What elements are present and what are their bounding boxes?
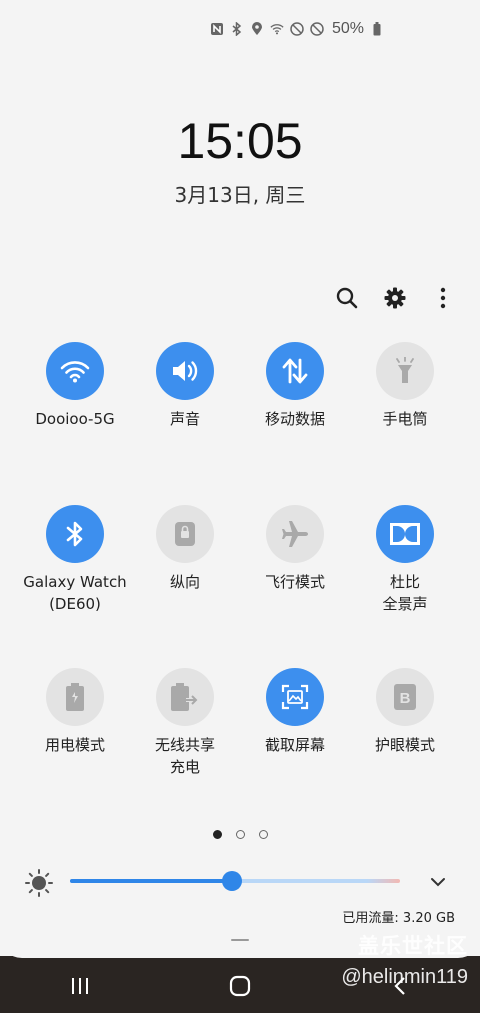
tile-mobile-data[interactable]: 移动数据	[240, 342, 350, 430]
wireless-share-icon[interactable]	[156, 668, 214, 726]
recents-icon[interactable]	[60, 966, 100, 1006]
panel-toolbar	[334, 285, 456, 311]
wifi-icon[interactable]	[46, 342, 104, 400]
tile-dolby[interactable]: 杜比 全景声	[350, 505, 460, 615]
brightness-fill	[70, 879, 232, 883]
page-indicator	[0, 830, 480, 839]
page-dot[interactable]	[258, 830, 268, 839]
search-icon[interactable]	[334, 285, 360, 311]
tile-label: 截取屏幕	[264, 736, 325, 754]
tile-label: Galaxy Watch (DE60)	[23, 573, 127, 613]
tile-wifi[interactable]: Dooioo-5G	[20, 342, 130, 430]
settings-icon[interactable]	[382, 285, 408, 311]
tile-bluetooth[interactable]: Galaxy Watch (DE60)	[20, 505, 130, 615]
wifi-icon	[270, 22, 284, 36]
tile-label: 杜比 全景声	[382, 573, 428, 613]
tile-eye-comfort[interactable]: B 护眼模式	[350, 668, 460, 778]
tile-sound[interactable]: 声音	[130, 342, 240, 430]
tile-label: 飞行模式	[264, 573, 325, 591]
blocked-icon	[310, 22, 324, 36]
page-dot[interactable]	[235, 830, 245, 839]
home-icon[interactable]	[220, 966, 260, 1006]
tile-rotation[interactable]: 纵向	[130, 505, 240, 615]
data-usage: 已用流量: 3.20 GB	[342, 911, 455, 926]
sun-icon	[24, 868, 54, 898]
eye-comfort-icon[interactable]: B	[376, 668, 434, 726]
tile-label: 移动数据	[264, 410, 325, 428]
tile-row: Dooioo-5G 声音 移动数据 手电筒	[20, 342, 460, 430]
tile-label: 手电筒	[382, 410, 428, 428]
no-disturb-icon	[290, 22, 304, 36]
chevron-down-icon[interactable]	[428, 872, 448, 892]
brightness-control	[24, 866, 456, 898]
tile-label: 声音	[169, 410, 200, 428]
clock-time: 15:05	[177, 113, 303, 169]
tile-label: Dooioo-5G	[35, 410, 115, 428]
flashlight-icon[interactable]	[376, 342, 434, 400]
status-bar: 50%	[210, 20, 384, 38]
bluetooth-icon[interactable]	[46, 505, 104, 563]
power-mode-icon[interactable]	[46, 668, 104, 726]
airplane-icon[interactable]	[266, 505, 324, 563]
volume-icon[interactable]	[156, 342, 214, 400]
tile-row: 用电模式 无线共享 充电 截取屏幕 B 护眼模式	[20, 668, 460, 778]
watermark-user: @helinmin119	[341, 966, 468, 988]
tile-power-mode[interactable]: 用电模式	[20, 668, 130, 778]
tile-label: 用电模式	[44, 736, 105, 754]
page-dot[interactable]	[212, 830, 222, 839]
tile-label: 纵向	[169, 573, 200, 591]
drag-handle[interactable]	[231, 939, 249, 941]
location-icon	[250, 22, 264, 36]
watermark-logo: 盖乐世社区	[358, 934, 468, 958]
battery-percent: 50%	[331, 20, 364, 37]
bluetooth-icon	[230, 22, 244, 36]
dolby-icon[interactable]	[376, 505, 434, 563]
tile-flashlight[interactable]: 手电筒	[350, 342, 460, 430]
nfc-icon	[210, 22, 224, 36]
brightness-thumb[interactable]	[221, 871, 242, 891]
more-icon[interactable]	[430, 285, 456, 311]
tile-screenshot[interactable]: 截取屏幕	[240, 668, 350, 778]
rotation-lock-icon[interactable]	[156, 505, 214, 563]
tile-airplane[interactable]: 飞行模式	[240, 505, 350, 615]
clock-date: 3月13日, 周三	[174, 183, 306, 207]
tile-label: 护眼模式	[374, 736, 435, 754]
mobile-data-icon[interactable]	[266, 342, 324, 400]
tile-label: 无线共享 充电	[154, 736, 215, 776]
battery-icon	[370, 22, 384, 36]
svg-text:B: B	[400, 690, 411, 707]
screenshot-icon[interactable]	[266, 668, 324, 726]
tile-wireless-share[interactable]: 无线共享 充电	[130, 668, 240, 778]
tile-row: Galaxy Watch (DE60) 纵向 飞行模式 杜比 全景声	[20, 505, 460, 615]
